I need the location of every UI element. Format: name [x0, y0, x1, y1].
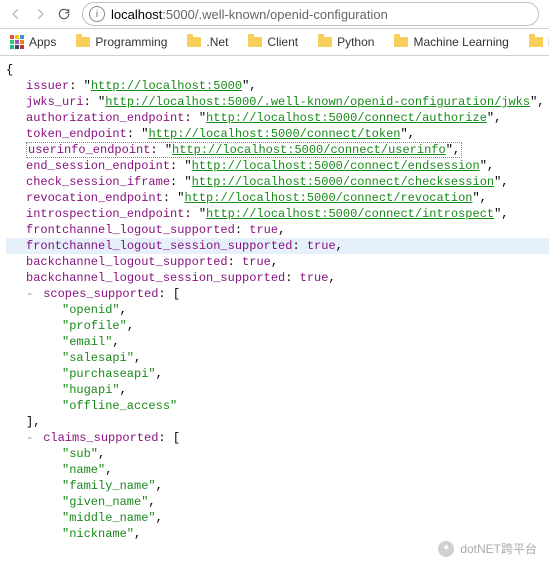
watermark-text: dotNET跨平台 — [460, 540, 537, 557]
link-token[interactable]: http://localhost:5000/connect/token — [148, 127, 400, 141]
json-array-item: "salesapi", — [6, 350, 549, 366]
json-row-endsession: end_session_endpoint: "http://localhost:… — [6, 158, 549, 174]
json-row-introspect: introspection_endpoint: "http://localhos… — [6, 206, 549, 222]
link-userinfo[interactable]: http://localhost:5000/connect/userinfo — [172, 143, 446, 157]
url-port: :5000 — [162, 7, 195, 22]
link-jwks[interactable]: http://localhost:5000/.well-known/openid… — [105, 95, 530, 109]
json-array-item: "sub", — [6, 446, 549, 462]
json-viewer: { issuer: "http://localhost:5000", jwks_… — [0, 56, 549, 552]
bookmark-label: Python — [337, 35, 374, 49]
bookmark-label: Programming — [95, 35, 167, 49]
json-row-jwks: jwks_uri: "http://localhost:5000/.well-k… — [6, 94, 549, 110]
link-checksession[interactable]: http://localhost:5000/connect/checksessi… — [192, 175, 494, 189]
folder-icon — [318, 37, 332, 47]
wechat-icon: ✦ — [438, 541, 454, 557]
scopes-close: ], — [6, 414, 549, 430]
apps-icon — [10, 35, 24, 49]
json-array-item: "email", — [6, 334, 549, 350]
json-array-item: "hugapi", — [6, 382, 549, 398]
json-row-bcl: backchannel_logout_supported: true, — [6, 254, 549, 270]
open-brace: { — [6, 62, 549, 78]
folder-icon — [394, 37, 408, 47]
json-array-item: "family_name", — [6, 478, 549, 494]
reload-icon — [57, 7, 71, 21]
link-authorize[interactable]: http://localhost:5000/connect/authorize — [206, 111, 487, 125]
link-endsession[interactable]: http://localhost:5000/connect/endsession — [192, 159, 480, 173]
link-introspect[interactable]: http://localhost:5000/connect/introspect — [206, 207, 494, 221]
browser-toolbar: i localhost:5000/.well-known/openid-conf… — [0, 0, 549, 29]
json-array-item: "offline_access" — [6, 398, 549, 414]
json-row-issuer: issuer: "http://localhost:5000", — [6, 78, 549, 94]
watermark: ✦ dotNET跨平台 — [438, 540, 537, 557]
bookmark-label: .Net — [206, 35, 228, 49]
link-revocation[interactable]: http://localhost:5000/connect/revocation — [184, 191, 472, 205]
json-row-fcl: frontchannel_logout_supported: true, — [6, 222, 549, 238]
site-info-icon[interactable]: i — [89, 6, 105, 22]
bookmark-item[interactable]: Do — [523, 33, 549, 51]
back-button[interactable] — [4, 2, 28, 26]
json-array-item: "given_name", — [6, 494, 549, 510]
folder-icon — [187, 37, 201, 47]
collapse-toggle[interactable]: - — [26, 430, 36, 446]
json-row-token: token_endpoint: "http://localhost:5000/c… — [6, 126, 549, 142]
bookmark-item[interactable]: Python — [312, 33, 380, 51]
reload-button[interactable] — [52, 2, 76, 26]
arrow-right-icon — [33, 7, 47, 21]
bookmark-item[interactable]: .Net — [181, 33, 234, 51]
bookmark-label: Client — [267, 35, 298, 49]
json-row-checksession: check_session_iframe: "http://localhost:… — [6, 174, 549, 190]
json-row-claims: - claims_supported: [ — [6, 430, 549, 446]
collapse-toggle[interactable]: - — [26, 286, 36, 302]
apps-button[interactable]: Apps — [4, 33, 62, 51]
link-issuer[interactable]: http://localhost:5000 — [91, 79, 242, 93]
address-bar[interactable]: i localhost:5000/.well-known/openid-conf… — [82, 2, 539, 26]
bookmark-item[interactable]: Programming — [70, 33, 173, 51]
folder-icon — [76, 37, 90, 47]
bookmark-label: Machine Learning — [413, 35, 508, 49]
url-path: /.well-known/openid-configuration — [195, 7, 388, 22]
json-row-fcls: frontchannel_logout_session_supported: t… — [6, 238, 549, 254]
json-array-item: "purchaseapi", — [6, 366, 549, 382]
folder-icon — [529, 37, 543, 47]
bookmark-item[interactable]: Client — [242, 33, 304, 51]
json-array-item: "name", — [6, 462, 549, 478]
json-row-userinfo: userinfo_endpoint: "http://localhost:500… — [6, 142, 549, 158]
arrow-left-icon — [9, 7, 23, 21]
folder-icon — [248, 37, 262, 47]
json-array-item: "profile", — [6, 318, 549, 334]
apps-label: Apps — [29, 35, 56, 49]
bookmarks-bar: Apps Programming .Net Client Python Machine … — [0, 29, 549, 56]
json-array-item: "openid", — [6, 302, 549, 318]
json-array-item: "middle_name", — [6, 510, 549, 526]
json-row-bcls: backchannel_logout_session_supported: tr… — [6, 270, 549, 286]
bookmark-item[interactable]: Machine Learning — [388, 33, 514, 51]
json-row-revocation: revocation_endpoint: "http://localhost:5… — [6, 190, 549, 206]
json-row-authorize: authorization_endpoint: "http://localhos… — [6, 110, 549, 126]
json-row-scopes: - scopes_supported: [ — [6, 286, 549, 302]
forward-button[interactable] — [28, 2, 52, 26]
url-host: localhost — [111, 7, 162, 22]
